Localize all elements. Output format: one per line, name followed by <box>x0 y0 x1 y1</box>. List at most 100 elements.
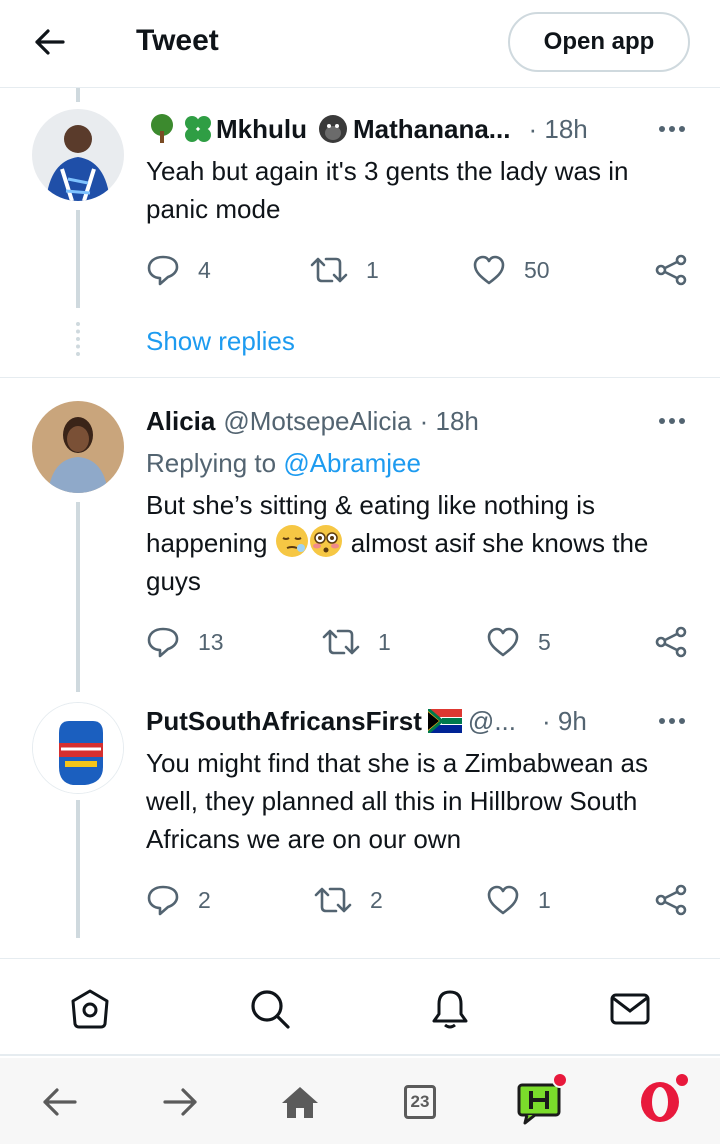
home-icon <box>282 1087 318 1118</box>
tweet-header: Mkhulu Mathanana... · 18h <box>146 112 690 146</box>
retweet-button[interactable]: 1 <box>310 252 379 288</box>
flushed-face-emoji-icon <box>309 524 343 558</box>
reply-button[interactable]: 2 <box>146 882 211 918</box>
like-button[interactable]: 1 <box>486 882 551 918</box>
tabs-icon: 23 <box>404 1085 436 1119</box>
display-name-part-2[interactable]: Mathanana... <box>353 114 510 145</box>
tweet-header: PutSouthAfricansFirst @... · 9h <box>146 704 690 738</box>
home-nav-button[interactable] <box>68 987 112 1031</box>
replying-to-prefix: Replying to <box>146 448 284 478</box>
display-name[interactable]: PutSouthAfricansFirst <box>146 706 422 737</box>
news-app-button[interactable] <box>516 1072 568 1126</box>
retweet-count: 1 <box>366 256 379 283</box>
tweet-text: Yeah but again it's 3 gents the lady was… <box>146 156 629 224</box>
thread-line <box>76 800 80 938</box>
timestamp[interactable]: · 18h <box>528 114 587 145</box>
avatar[interactable] <box>32 401 124 493</box>
replying-to: Replying to @Abramjee <box>146 448 421 479</box>
thread-line <box>76 502 80 692</box>
thread-line <box>76 210 80 308</box>
like-button[interactable]: 50 <box>472 252 550 288</box>
share-button[interactable] <box>654 882 706 918</box>
opera-menu-button[interactable] <box>636 1072 690 1126</box>
search-nav-button[interactable] <box>248 987 292 1031</box>
twitter-bottom-nav <box>0 958 720 1056</box>
retweet-button[interactable]: 2 <box>314 882 383 918</box>
browser-home-button[interactable] <box>276 1078 324 1126</box>
divider <box>0 377 720 378</box>
retweet-icon <box>310 257 348 283</box>
username-handle[interactable]: @MotsepeAlicia <box>223 406 411 437</box>
tweet-text: You might find that she is a Zimbabwean … <box>146 748 648 854</box>
share-button[interactable] <box>654 624 706 660</box>
avatar[interactable] <box>32 702 124 794</box>
timestamp[interactable]: · 18h <box>420 406 479 437</box>
search-icon <box>251 990 290 1029</box>
back-arrow-icon <box>43 1088 77 1116</box>
more-options-button[interactable] <box>654 704 690 738</box>
browser-forward-button[interactable] <box>156 1078 204 1126</box>
display-name-part-1[interactable]: Mkhulu <box>216 114 307 145</box>
reply-count: 13 <box>198 628 224 655</box>
share-button[interactable] <box>654 252 706 288</box>
thread-connector-top <box>76 88 80 102</box>
more-options-button[interactable] <box>654 404 690 438</box>
notification-dot <box>674 1072 690 1088</box>
retweet-button[interactable]: 1 <box>322 624 391 660</box>
notifications-nav-button[interactable] <box>428 987 472 1031</box>
retweet-icon <box>314 887 352 913</box>
browser-toolbar: 23 <box>0 1058 720 1144</box>
like-count: 5 <box>538 628 551 655</box>
forward-arrow-icon <box>163 1088 197 1116</box>
reply-icon <box>147 627 179 658</box>
retweet-count: 2 <box>370 886 383 913</box>
display-name[interactable]: Alicia <box>146 406 215 437</box>
tree-icon <box>146 113 178 145</box>
notifications-bell-icon <box>432 990 468 1029</box>
arrow-left-icon <box>35 29 65 55</box>
like-count: 50 <box>524 256 550 283</box>
south-africa-flag-icon <box>426 707 462 735</box>
reply-icon <box>147 885 179 916</box>
heart-icon <box>487 627 519 657</box>
username-handle[interactable]: @... <box>468 706 516 737</box>
opera-icon <box>641 1082 679 1122</box>
tweet-actions: 13 1 5 <box>146 624 691 660</box>
avatar[interactable] <box>32 109 124 201</box>
browser-back-button[interactable] <box>36 1078 84 1126</box>
notification-dot <box>552 1072 568 1088</box>
reply-count: 4 <box>198 256 211 283</box>
back-button[interactable] <box>28 22 72 62</box>
heart-icon <box>473 255 505 285</box>
top-header: Tweet Open app <box>0 0 720 88</box>
share-icon <box>655 254 687 286</box>
like-button[interactable]: 5 <box>486 624 551 660</box>
reply-button[interactable]: 4 <box>146 252 211 288</box>
sleepy-face-emoji-icon <box>275 524 309 558</box>
gorilla-icon <box>317 113 349 145</box>
timestamp[interactable]: · 9h <box>542 706 587 737</box>
tweet-actions: 2 2 1 <box>146 882 691 918</box>
thread-dotted-line <box>76 322 80 356</box>
messages-mail-icon <box>610 993 650 1025</box>
browser-tabs-button[interactable]: 23 <box>396 1078 444 1126</box>
four-leaf-clover-icon <box>182 113 214 145</box>
home-icon <box>71 989 109 1029</box>
page-title: Tweet <box>136 24 219 57</box>
like-count: 1 <box>538 886 551 913</box>
show-replies-link[interactable]: Show replies <box>146 326 295 357</box>
reply-icon <box>147 255 179 286</box>
more-options-button[interactable] <box>654 112 690 146</box>
share-icon <box>655 884 687 916</box>
tweet-header: Alicia @MotsepeAlicia · 18h <box>146 404 690 438</box>
reply-button[interactable]: 13 <box>146 624 224 660</box>
mention-link[interactable]: @Abramjee <box>283 448 421 478</box>
reply-count: 2 <box>198 886 211 913</box>
heart-icon <box>487 885 519 915</box>
tweet-text: But she’s sitting & eating like nothing … <box>146 486 696 600</box>
tweet-actions: 4 1 50 <box>146 252 691 288</box>
messages-nav-button[interactable] <box>608 987 652 1031</box>
retweet-icon <box>322 629 360 655</box>
open-app-button[interactable]: Open app <box>508 12 690 72</box>
retweet-count: 1 <box>378 628 391 655</box>
